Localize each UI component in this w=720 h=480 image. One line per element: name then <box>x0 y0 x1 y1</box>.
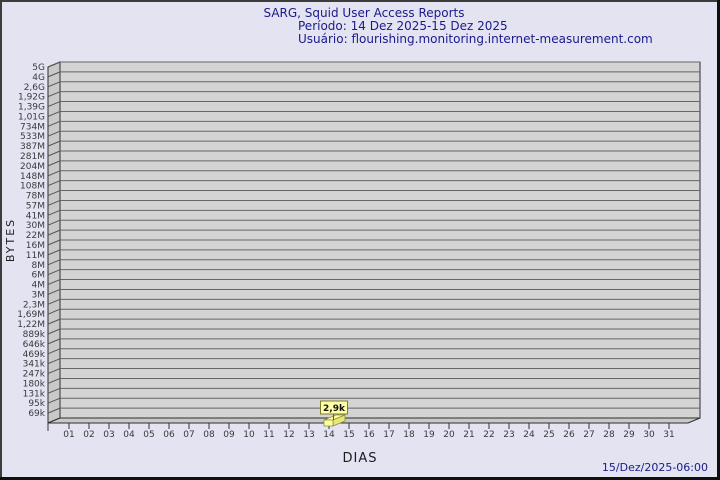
x-tick-label: 30 <box>643 430 655 440</box>
y-tick-label: 341k <box>23 360 46 370</box>
y-tick-label: 734M <box>20 122 45 132</box>
x-tick-label: 13 <box>303 430 314 440</box>
y-tick-label: 533M <box>20 132 45 142</box>
x-axis-title: DIAS <box>343 451 378 466</box>
x-tick-label: 18 <box>403 430 415 440</box>
y-tick-label: 69k <box>28 409 45 419</box>
x-tick-label: 05 <box>143 430 154 440</box>
y-tick-label: 6M <box>32 271 46 281</box>
y-tick-label: 131k <box>23 389 46 399</box>
x-tick-label: 04 <box>123 430 135 440</box>
x-tick-label: 16 <box>363 430 375 440</box>
frame-border-left <box>0 0 2 480</box>
report-frame: SARG, Squid User Access Reports Período:… <box>0 0 720 480</box>
y-tick-label: 5G <box>32 63 45 73</box>
x-tick-label: 15 <box>343 430 354 440</box>
y-tick-label: 11M <box>26 251 45 261</box>
y-tick-label: 889k <box>23 330 46 340</box>
x-tick-label: 22 <box>483 430 494 440</box>
x-tick-label: 19 <box>423 430 435 440</box>
x-tick-label: 21 <box>463 430 474 440</box>
y-tick-label: 247k <box>23 370 46 380</box>
y-tick-label: 16M <box>26 241 45 251</box>
y-tick-label: 1,69M <box>17 310 45 320</box>
y-tick-label: 387M <box>20 142 45 152</box>
x-tick-label: 07 <box>183 430 194 440</box>
y-tick-label: 646k <box>23 340 46 350</box>
y-tick-label: 57M <box>26 201 45 211</box>
x-tick-label: 08 <box>203 430 215 440</box>
y-tick-label: 4G <box>32 73 45 83</box>
x-tick-label: 02 <box>83 430 94 440</box>
x-tick-label: 10 <box>243 430 255 440</box>
x-tick-label: 26 <box>563 430 575 440</box>
y-tick-label: 41M <box>26 211 45 221</box>
y-tick-label: 1,22M <box>17 320 45 330</box>
chart-period: Período: 14 Dez 2025-15 Dez 2025 <box>298 19 508 33</box>
x-tick-label: 03 <box>103 430 114 440</box>
y-tick-label: 8M <box>32 261 46 271</box>
y-tick-label: 30M <box>26 221 45 231</box>
y-tick-label: 1,92G <box>18 93 45 103</box>
frame-border-top <box>0 0 720 2</box>
y-tick-label: 22M <box>26 231 45 241</box>
y-tick-label: 469k <box>23 350 46 360</box>
x-tick-label: 28 <box>603 430 615 440</box>
y-axis-title: BYTES <box>4 218 17 262</box>
x-tick-label: 27 <box>583 430 594 440</box>
x-tick-label: 17 <box>383 430 394 440</box>
y-tick-label: 1,01G <box>18 112 45 122</box>
y-tick-label: 2,6G <box>24 83 45 93</box>
x-tick-label: 09 <box>223 430 235 440</box>
chart-title: SARG, Squid User Access Reports <box>263 6 464 20</box>
x-tick-label: 23 <box>503 430 514 440</box>
x-tick-label: 24 <box>523 430 535 440</box>
x-tick-label: 14 <box>323 430 335 440</box>
chart-user: Usuário: flourishing.monitoring.internet… <box>298 32 653 46</box>
y-tick-label: 108M <box>20 182 45 192</box>
y-tick-label: 180k <box>23 379 46 389</box>
y-tick-label: 2,3M <box>23 300 45 310</box>
x-tick-label: 01 <box>63 430 74 440</box>
x-tick-label: 31 <box>663 430 674 440</box>
y-tick-label: 204M <box>20 162 45 172</box>
y-tick-label: 3M <box>32 290 46 300</box>
plot-floor <box>47 417 701 424</box>
y-tick-label: 78M <box>26 192 45 202</box>
value-label: 2,9k <box>323 404 346 414</box>
x-tick-label: 11 <box>263 430 274 440</box>
y-tick-label: 281M <box>20 152 45 162</box>
bar-front-face <box>323 419 334 427</box>
x-tick-label: 25 <box>543 430 554 440</box>
x-tick-label: 29 <box>623 430 635 440</box>
y-tick-label: 1,39G <box>18 103 45 113</box>
generated-timestamp: 15/Dez/2025-06:00 <box>602 461 708 474</box>
y-tick-label: 95k <box>28 399 45 409</box>
x-tick-label: 12 <box>283 430 294 440</box>
y-tick-label: 148M <box>20 172 45 182</box>
y-tick-label: 4M <box>32 281 46 291</box>
sarg-chart: SARG, Squid User Access Reports Período:… <box>0 0 720 480</box>
x-tick-label: 20 <box>443 430 455 440</box>
x-tick-label: 06 <box>163 430 175 440</box>
